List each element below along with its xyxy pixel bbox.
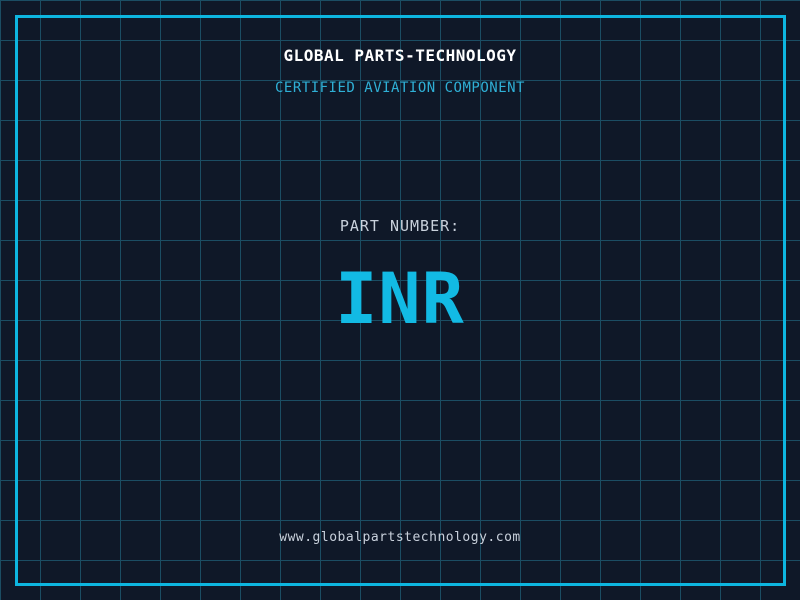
- part-number-label: PART NUMBER:: [339, 217, 461, 235]
- company-name: GLOBAL PARTS-TECHNOLOGY: [283, 46, 517, 65]
- website-url: www.globalpartstechnology.com: [279, 530, 521, 545]
- part-number-value: INR: [335, 258, 465, 340]
- part-label-page: GLOBAL PARTS-TECHNOLOGY CERTIFIED AVIATI…: [0, 0, 800, 600]
- certification-subtitle: CERTIFIED AVIATION COMPONENT: [274, 80, 525, 96]
